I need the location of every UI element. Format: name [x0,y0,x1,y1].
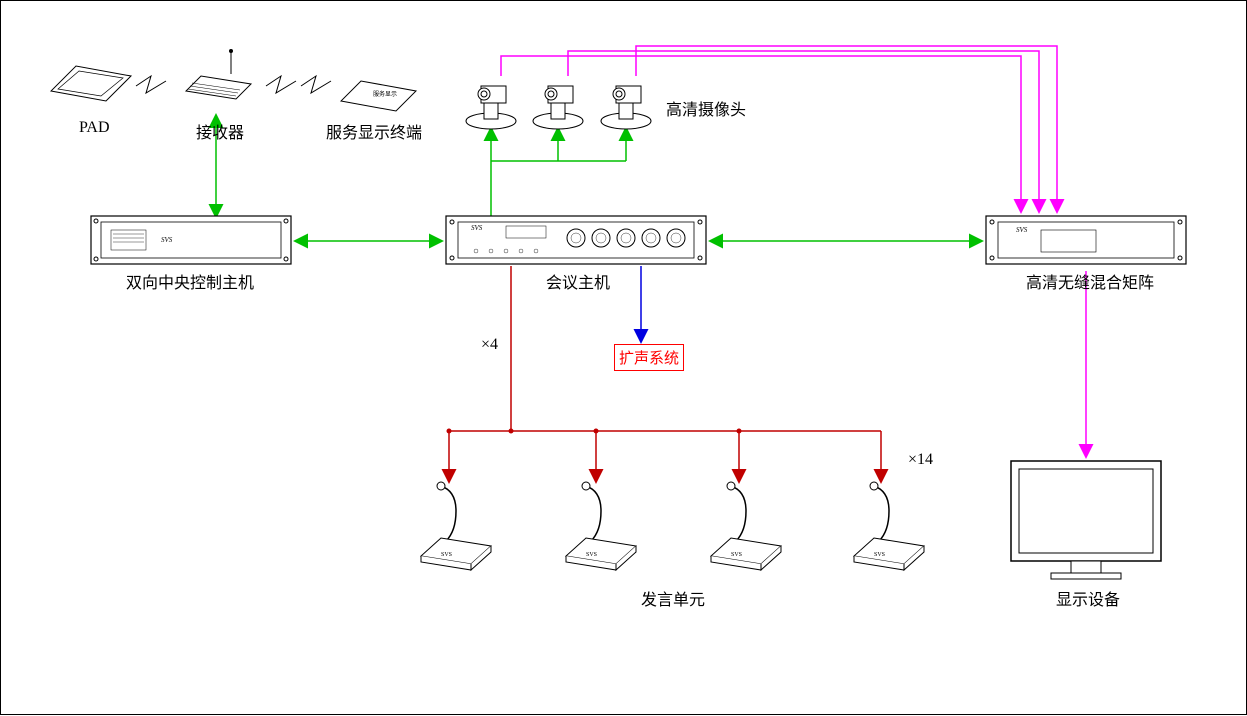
amp-system-label: 扩声系统 [614,344,684,371]
svg-text:SVS: SVS [161,236,173,244]
pad-icon [51,66,131,101]
receiver-label: 接收器 [196,119,244,143]
camera-icon [533,86,583,129]
svg-text:SVS: SVS [874,552,885,558]
camera-icon [601,86,651,129]
mult4-label: ×4 [481,336,498,354]
mic-icon: SVS [421,482,491,570]
center-host-icon: SVS [91,216,291,264]
service-terminal-label: 服务显示终端 [326,119,422,143]
camera-icon [466,86,516,129]
speech-unit-label: 发言单元 [641,586,705,610]
mic-icon: SVS [566,482,636,570]
mult14-label: ×14 [908,451,933,469]
matrix-label: 高清无缝混合矩阵 [1026,269,1154,293]
svg-text:SVS: SVS [731,552,742,558]
pad-label: PAD [79,119,110,137]
conf-host-label: 会议主机 [546,269,610,293]
service-terminal-icon: 服务显示 [341,81,416,111]
camera-label: 高清摄像头 [666,96,746,120]
mic-icon: SVS [854,482,924,570]
svg-text:SVS: SVS [441,552,452,558]
display-icon [1011,461,1161,579]
svg-text:SVS: SVS [586,552,597,558]
matrix-icon: SVS [986,216,1186,264]
mic-icon: SVS [711,482,781,570]
display-label: 显示设备 [1056,586,1120,610]
receiver-icon [186,49,251,99]
conf-host-icon: SVS [446,216,706,264]
diagram-canvas: 服务显示 SVS SVS [0,0,1247,715]
center-host-label: 双向中央控制主机 [126,269,254,293]
svg-text:服务显示: 服务显示 [373,90,397,98]
svg-text:SVS: SVS [471,224,483,232]
svg-text:SVS: SVS [1016,226,1028,234]
